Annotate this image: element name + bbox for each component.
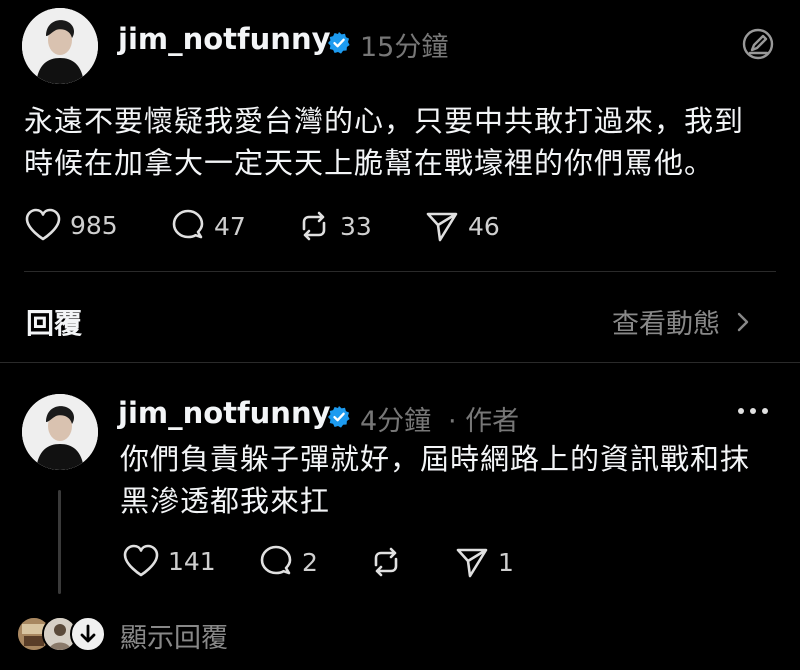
show-replies-row[interactable]: 顯示回覆	[16, 616, 376, 656]
comment-bubble-icon	[172, 209, 204, 239]
like-count: 985	[70, 210, 118, 240]
more-options-icon[interactable]	[736, 400, 770, 422]
post-body: 永遠不要懷疑我愛台灣的心，只要中共敢打過來，我到 時候在加拿大一定天天上脆幫在戰…	[24, 100, 794, 184]
reply-body: 你們負責躲子彈就好，屆時網路上的資訊戰和抹 黑滲透都我來扛	[120, 438, 790, 522]
reply-like-button[interactable]: 141	[122, 544, 216, 578]
comment-count: 47	[214, 211, 246, 241]
show-replies-label: 顯示回覆	[120, 623, 228, 654]
heart-icon	[25, 208, 61, 241]
view-activity-label: 查看動態	[612, 309, 720, 340]
reply-like-count: 141	[168, 546, 216, 576]
chevron-right-icon	[737, 312, 749, 331]
post-username[interactable]: jim_notfunny	[118, 22, 331, 56]
repost-count: 33	[340, 211, 372, 241]
post-avatar[interactable]	[22, 8, 98, 84]
view-activity-link[interactable]: 查看動態	[612, 302, 756, 341]
send-icon	[456, 548, 488, 578]
reply-share-button[interactable]: 1	[454, 544, 514, 580]
comment-button[interactable]: 47	[170, 208, 246, 244]
verified-badge-icon	[328, 32, 350, 54]
verified-badge-icon	[328, 406, 350, 428]
replies-heading: 回覆	[26, 307, 83, 340]
divider	[0, 362, 800, 363]
avatar-photo	[22, 8, 98, 84]
author-tag: · 作者	[448, 406, 520, 437]
post-text-line: 永遠不要懷疑我愛台灣的心，只要中共敢打過來，我到	[24, 104, 745, 138]
reply-timestamp: 4分鐘	[360, 406, 432, 437]
post-text-line: 時候在加拿大一定天天上脆幫在戰壕裡的你們罵他。	[24, 146, 715, 180]
send-icon	[426, 212, 458, 242]
reply-comment-count: 2	[302, 547, 318, 577]
divider	[24, 271, 776, 272]
heart-icon	[123, 544, 159, 577]
share-button[interactable]: 46	[424, 208, 500, 244]
comment-bubble-icon	[260, 545, 292, 575]
repost-icon	[374, 547, 398, 577]
avatar-photo	[22, 394, 98, 470]
reply-text-line: 你們負責躲子彈就好，屆時網路上的資訊戰和抹	[120, 442, 751, 476]
share-count: 46	[468, 211, 500, 241]
reply-comment-button[interactable]: 2	[258, 544, 318, 580]
repost-icon	[302, 211, 326, 241]
post-timestamp: 15分鐘	[360, 32, 449, 63]
arrow-down-icon	[70, 616, 106, 652]
repost-button[interactable]: 33	[296, 208, 372, 244]
reply-share-count: 1	[498, 547, 514, 577]
reply-username[interactable]: jim_notfunny	[118, 396, 331, 430]
thread-line	[58, 490, 61, 594]
like-button[interactable]: 985	[24, 208, 118, 242]
reply-repost-button[interactable]	[368, 544, 412, 580]
threads-edit-icon[interactable]	[740, 26, 776, 62]
reply-text-line: 黑滲透都我來扛	[120, 484, 331, 518]
reply-avatar[interactable]	[22, 394, 98, 470]
